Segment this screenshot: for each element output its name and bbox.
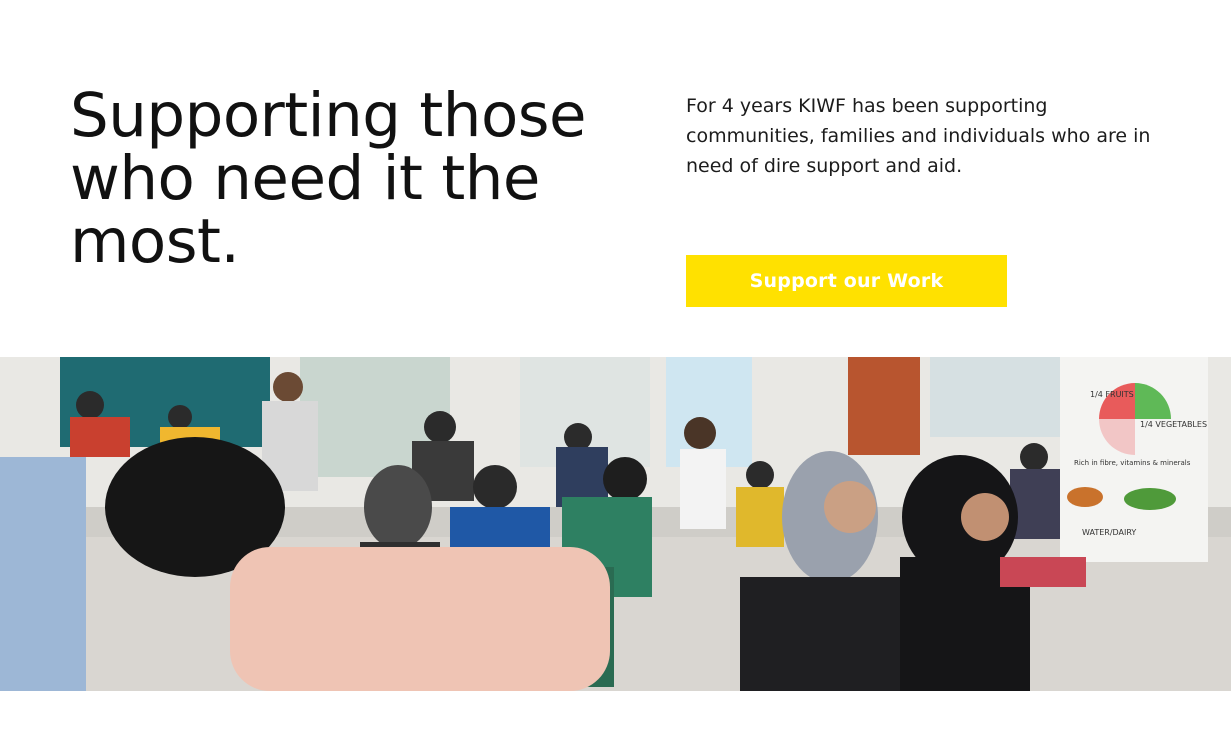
poster-fruits-label: 1/4 FRUITS (1090, 390, 1134, 399)
patterned-bag (0, 457, 86, 691)
teacher-figure (848, 357, 920, 455)
poster-caption: Rich in fibre, vitamins & minerals (1074, 459, 1191, 467)
hero-headline: Supporting those who need it the most. (70, 80, 587, 277)
poster-vegetables-label: 1/4 VEGETABLES (1140, 420, 1207, 429)
hero-intro-text: For 4 years KIWF has been supporting com… (686, 95, 1151, 177)
classroom-photo-illustration: 1/4 FRUITS 1/4 VEGETABLES Rich in fibre,… (0, 357, 1231, 691)
support-our-work-button[interactable]: Support our Work (686, 255, 1007, 307)
poster-footer: WATER/DAIRY (1082, 528, 1136, 537)
nutrition-poster: 1/4 FRUITS 1/4 VEGETABLES Rich in fibre,… (1060, 357, 1208, 562)
page: Supporting those who need it the most. F… (0, 0, 1231, 741)
hero-photo: 1/4 FRUITS 1/4 VEGETABLES Rich in fibre,… (0, 357, 1231, 691)
